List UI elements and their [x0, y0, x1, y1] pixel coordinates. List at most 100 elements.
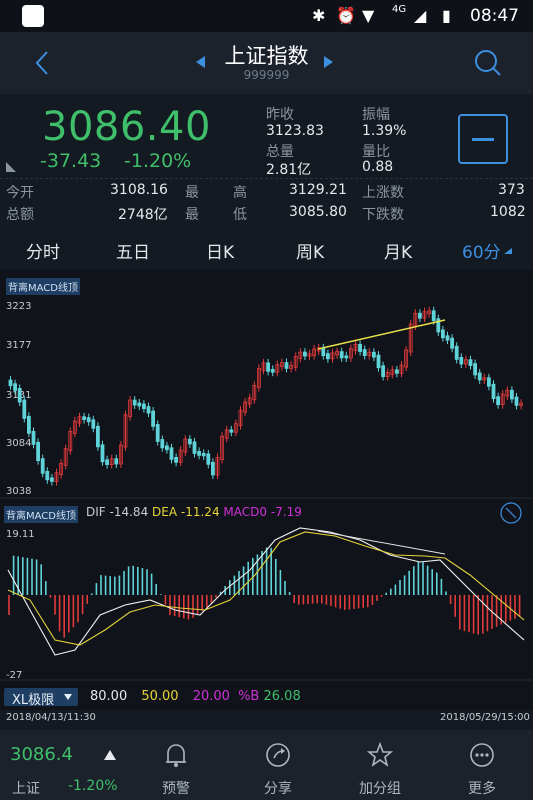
share-label: 分享: [264, 781, 292, 797]
battery-icon: ▮: [442, 6, 451, 25]
wifi-icon: ▼: [362, 6, 375, 25]
search-icon[interactable]: [474, 49, 502, 77]
signal-icon: ◢: [414, 6, 427, 25]
candle: [100, 444, 105, 463]
dif-value: -14.84: [109, 505, 149, 519]
macd-y-bottom: -27: [6, 670, 23, 681]
app-notification-icon: [22, 5, 44, 27]
candle: [266, 362, 271, 372]
add-group-button[interactable]: 加分组: [340, 736, 420, 800]
candle: [206, 453, 211, 465]
candle: [486, 377, 491, 387]
prev-close-value: 3123.83: [266, 123, 324, 139]
tab-monthly[interactable]: 月K: [384, 238, 412, 263]
indicator-v1: 80.00: [90, 689, 128, 704]
candle: [8, 379, 13, 387]
last-price: 3086.40: [42, 104, 211, 150]
candle: [509, 389, 514, 400]
remove-watchlist-button[interactable]: [458, 114, 508, 164]
candle: [160, 439, 165, 449]
candle: [381, 365, 386, 377]
high-value: 3129.21: [289, 182, 347, 198]
candle: [477, 372, 482, 381]
candle: [201, 452, 206, 457]
tab-timeshare[interactable]: 分时: [26, 238, 60, 263]
candle: [302, 351, 307, 357]
candle: [431, 310, 436, 322]
candle: [105, 459, 109, 465]
candle: [440, 329, 445, 339]
candle: [473, 363, 478, 376]
candle: [31, 430, 36, 445]
tab-five-day[interactable]: 五日: [116, 238, 150, 263]
candle: [450, 337, 455, 349]
tab-60min[interactable]: 60分: [462, 238, 501, 263]
candle: [13, 383, 18, 391]
candle: [339, 351, 344, 359]
candle: [459, 356, 464, 365]
down-count-label: 下跌数: [362, 207, 404, 223]
dea-label: DEA: [152, 505, 178, 519]
amplitude-label: 振幅: [362, 107, 390, 123]
date-end: 2018/05/29/15:00: [440, 712, 530, 723]
alert-button[interactable]: 预警: [136, 736, 216, 800]
share-button[interactable]: 分享: [238, 736, 318, 800]
price-arrow-icon: [104, 750, 116, 760]
candle: [344, 355, 349, 359]
candle: [141, 403, 146, 410]
bluetooth-icon: ✱: [312, 6, 326, 25]
candle: [192, 441, 197, 454]
candle: [491, 383, 496, 400]
indicator-name: XL极限: [12, 693, 55, 708]
candle: [174, 456, 179, 463]
candle: [96, 425, 100, 448]
candle: [270, 368, 275, 373]
candle: [22, 399, 27, 419]
more-button[interactable]: 更多: [442, 736, 522, 800]
alert-label: 预警: [162, 781, 190, 797]
bottom-bar: 3086.4 上证 -1.20% 预警 分享 加分组 更多: [0, 730, 533, 800]
indicator-b-label: %B: [238, 689, 260, 704]
macd-y-top: 19.11: [6, 529, 35, 540]
tab-daily[interactable]: 日K: [206, 238, 234, 263]
candle: [325, 353, 330, 360]
candle: [454, 345, 459, 360]
minus-icon: [472, 138, 494, 141]
macd-tag[interactable]: 背离MACD线顶: [4, 506, 78, 523]
low-value: 3085.80: [289, 204, 347, 220]
candle: [321, 347, 326, 357]
candle: [394, 369, 399, 374]
quote-panel: 3086.40 -37.43 -1.20% 昨收 3123.83 总量 2.81…: [0, 94, 533, 230]
expand-icon[interactable]: [500, 502, 522, 524]
candle: [496, 396, 501, 406]
corner-triangle-icon: [6, 162, 16, 172]
candle: [155, 424, 160, 442]
dropdown-icon: [504, 248, 512, 254]
page-title: 上证指数: [224, 44, 309, 68]
indicator-selector[interactable]: XL极限: [4, 688, 78, 708]
down-count-value: 1082: [490, 204, 526, 220]
amount-label: 总额: [6, 207, 34, 223]
indicator-v2: 50.00: [141, 689, 179, 704]
up-count-value: 373: [498, 182, 525, 198]
candle: [362, 349, 367, 356]
divergence-line: [317, 319, 446, 350]
candle: [82, 416, 86, 420]
next-stock-icon[interactable]: [324, 56, 334, 68]
more-icon: [470, 743, 494, 767]
prev-close-label: 昨收: [266, 107, 294, 123]
bell-icon: [166, 744, 186, 767]
date-start: 2018/04/13/11:30: [6, 712, 96, 723]
divider: [0, 178, 533, 179]
candle: [151, 410, 156, 427]
candle: [137, 402, 142, 407]
clock: 08:47: [470, 6, 519, 26]
candle: [114, 458, 119, 465]
kline-chart[interactable]: [0, 270, 533, 710]
candle: [284, 362, 289, 369]
amplitude-value: 1.39%: [362, 123, 407, 139]
price-change-pct: -1.20%: [124, 150, 192, 172]
amount-value: 2748亿: [118, 207, 168, 223]
share-icon: [266, 743, 290, 767]
tab-weekly[interactable]: 周K: [296, 238, 324, 263]
